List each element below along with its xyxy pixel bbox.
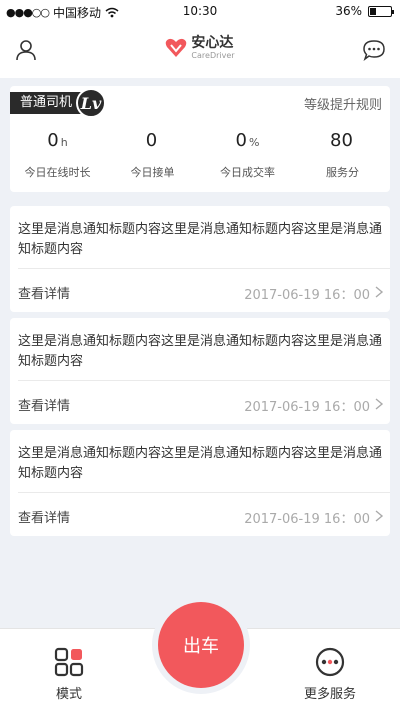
message-title: 这里是消息通知标题内容这里是消息通知标题内容这里是消息通知标题内容 [18, 222, 383, 257]
view-details-link[interactable]: 查看详情 [18, 507, 70, 526]
level-name: 普通司机 [10, 92, 83, 114]
message-card[interactable]: 这里是消息通知标题内容这里是消息通知标题内容这里是消息通知标题内容 查看详情 2… [10, 318, 390, 424]
stat-value: 0 [145, 130, 158, 151]
level-badge: 普通司机 Lv [10, 86, 107, 118]
tab-more-services[interactable]: 更多服务 [304, 647, 356, 702]
divider [18, 380, 390, 381]
status-bar: ●●●○○ 中国移动 10:30 36% [0, 0, 400, 24]
battery-percent: 36% [335, 4, 362, 18]
tab-mode-label: 模式 [55, 687, 82, 702]
app-logo: 安心达 CareDriver [0, 36, 400, 60]
logo-subtitle: CareDriver [191, 51, 235, 60]
stat-value: 0% [235, 130, 260, 151]
divider [18, 492, 390, 493]
stat-value: 0h [47, 130, 68, 151]
stat-value: 80 [330, 130, 353, 151]
tab-more-label: 更多服务 [303, 687, 356, 702]
message-card[interactable]: 这里是消息通知标题内容这里是消息通知标题内容这里是消息通知标题内容 查看详情 2… [10, 430, 390, 536]
upgrade-rules-link[interactable]: 等级提升规则 [304, 94, 382, 113]
stat-label: 今日成交率 [220, 166, 275, 179]
chevron-right-icon [375, 398, 384, 410]
message-date: 2017-06-19 16：00 [244, 400, 370, 415]
logo-text: 安心达 CareDriver [191, 36, 234, 60]
stat-online-hours: 0h 今日在线时长 [10, 130, 105, 180]
battery-icon [368, 5, 394, 17]
level-icon: Lv [76, 88, 107, 118]
message-card[interactable]: 这里是消息通知标题内容这里是消息通知标题内容这里是消息通知标题内容 查看详情 2… [10, 206, 390, 312]
stat-orders: 0 今日接单 [105, 130, 200, 180]
go-online-button[interactable]: 出车 [158, 602, 244, 688]
divider [18, 268, 390, 269]
view-details-link[interactable]: 查看详情 [18, 395, 70, 414]
stat-label: 今日在线时长 [24, 166, 91, 179]
stat-label: 服务分 [326, 166, 359, 179]
more-services-icon [315, 647, 345, 677]
stat-success-rate: 0% 今日成交率 [200, 130, 295, 180]
nav-bar: 安心达 CareDriver [0, 24, 400, 78]
message-title: 这里是消息通知标题内容这里是消息通知标题内容这里是消息通知标题内容 [18, 446, 383, 481]
message-date: 2017-06-19 16：00 [244, 288, 370, 303]
stats-row: 0h 今日在线时长 0 今日接单 0% 今日成交率 80 服务分 [10, 130, 390, 180]
message-date: 2017-06-19 16：00 [244, 512, 370, 527]
heart-logo-icon [166, 38, 187, 57]
logo-title: 安心达 [191, 35, 234, 51]
grid-mode-icon [54, 647, 84, 677]
view-details-link[interactable]: 查看详情 [18, 283, 70, 302]
chat-icon[interactable] [362, 38, 386, 62]
stat-service-score: 80 服务分 [295, 130, 390, 180]
chevron-right-icon [375, 286, 384, 298]
status-right: 36% [335, 4, 394, 18]
chevron-right-icon [375, 510, 384, 522]
battery-fill [370, 7, 376, 15]
tab-mode[interactable]: 模式 [54, 647, 84, 702]
stat-label: 今日接单 [130, 166, 175, 179]
message-title: 这里是消息通知标题内容这里是消息通知标题内容这里是消息通知标题内容 [18, 334, 383, 369]
driver-stats-card: 普通司机 Lv 等级提升规则 0h 今日在线时长 0 今日接单 0% 今日成交率… [10, 86, 390, 192]
